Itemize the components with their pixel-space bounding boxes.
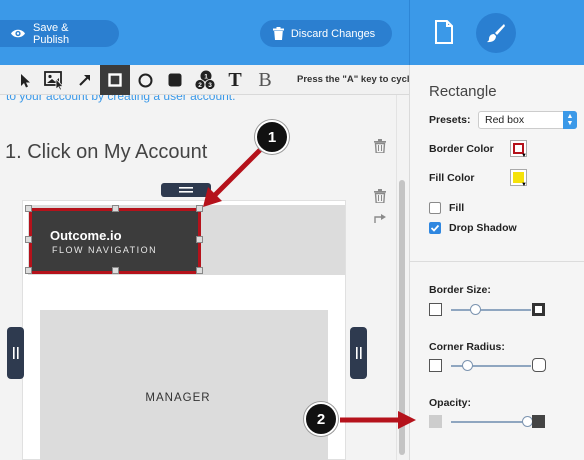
svg-text:3: 3: [208, 82, 212, 89]
properties-panel: Rectangle Presets: Red box ▲ ▼ Border Col…: [409, 65, 584, 460]
circle-icon: [138, 73, 152, 87]
svg-text:1: 1: [204, 73, 208, 80]
logo-name: Outcome.io: [50, 228, 122, 243]
border-size-slider[interactable]: [469, 304, 481, 315]
checkmark-icon: [430, 224, 440, 232]
pointer-icon: [20, 73, 30, 87]
bold-text-tool[interactable]: B: [250, 65, 280, 95]
drop-shadow-label: Drop Shadow: [449, 222, 517, 234]
toolbar-hint: Press the "A" key to cycle: [297, 74, 415, 85]
corner-radius-slider[interactable]: [462, 360, 474, 371]
manager-label: MANAGER: [145, 392, 211, 404]
manager-card: [40, 310, 328, 460]
fill-label: Fill: [449, 202, 465, 214]
discard-changes-button[interactable]: Discard Changes: [260, 20, 392, 47]
resize-handle[interactable]: [196, 236, 203, 243]
share-icon[interactable]: [374, 213, 387, 224]
numbered-steps-icon: 12 3: [194, 70, 216, 90]
dropdown-arrow-icon: ▼: [521, 153, 527, 159]
opacity-label: Opacity:: [429, 397, 472, 409]
image-cursor-icon: [44, 71, 64, 90]
border-color-label: Border Color: [429, 143, 494, 155]
rounded-rect-icon: [168, 73, 182, 87]
fill-checkbox[interactable]: [429, 202, 441, 214]
presets-label: Presets:: [429, 114, 471, 126]
border-size-track[interactable]: [451, 309, 531, 311]
text-tool[interactable]: T: [220, 65, 250, 95]
annotation-toolbar: 123 T B Press the "A" key to cycle: [0, 65, 415, 95]
resize-handle[interactable]: [25, 236, 32, 243]
image-cursor-tool[interactable]: [40, 65, 70, 95]
bold-tool-glyph: B: [258, 68, 272, 91]
right-resize-handle[interactable]: [350, 327, 367, 379]
presets-value: Red box: [485, 114, 525, 126]
resize-handle[interactable]: [112, 267, 119, 274]
corner-square-icon: [429, 359, 442, 372]
fill-color-swatch[interactable]: ▼: [510, 169, 527, 188]
corner-rounded-icon: [532, 358, 546, 372]
presets-select[interactable]: Red box ▲ ▼: [478, 111, 577, 129]
trash-icon: [272, 27, 284, 40]
border-thick-icon: [532, 303, 545, 316]
top-bar: Save & Publish Discard Changes: [0, 0, 409, 65]
account-link[interactable]: to your account by creating a user accou…: [6, 95, 235, 103]
resize-handle[interactable]: [25, 267, 32, 274]
border-thin-icon: [429, 303, 442, 316]
trash-icon[interactable]: [374, 139, 386, 153]
left-resize-handle[interactable]: [7, 327, 24, 379]
grip-icon: [355, 347, 362, 359]
save-publish-button[interactable]: Save & Publish: [0, 20, 119, 47]
corner-radius-label: Corner Radius:: [429, 341, 505, 353]
numbered-steps-tool[interactable]: 123: [190, 65, 220, 95]
resize-handle[interactable]: [196, 267, 203, 274]
panel-title: Rectangle: [429, 83, 497, 100]
grip-icon: [12, 347, 19, 359]
resize-handle[interactable]: [196, 205, 203, 212]
callout-badge-1: 1: [255, 120, 289, 154]
style-tab[interactable]: [476, 13, 516, 53]
pointer-tool[interactable]: [10, 65, 40, 95]
border-size-label: Border Size:: [429, 284, 491, 296]
scrollbar-thumb[interactable]: [399, 180, 405, 455]
resize-handle[interactable]: [25, 205, 32, 212]
opacity-track[interactable]: [451, 421, 531, 423]
document-tab[interactable]: [434, 20, 454, 49]
save-publish-label: Save & Publish: [33, 21, 70, 46]
callout-number-1: 1: [267, 128, 277, 146]
arrow-tool[interactable]: [70, 65, 100, 95]
arrow-icon: [79, 75, 90, 86]
text-tool-glyph: T: [228, 68, 242, 91]
callout-badge-2: 2: [304, 402, 338, 436]
rounded-rect-tool[interactable]: [160, 65, 190, 95]
resize-handle[interactable]: [112, 205, 119, 212]
step-title[interactable]: 1. Click on My Account: [5, 141, 207, 164]
panel-tabs: [409, 0, 584, 65]
drag-grip-icon: [179, 187, 193, 193]
circle-tool[interactable]: [130, 65, 160, 95]
divider: [410, 261, 584, 262]
logo-subtitle: FLOW NAVIGATION: [52, 245, 158, 255]
rectangle-tool[interactable]: [100, 65, 130, 95]
svg-text:2: 2: [198, 82, 202, 89]
eye-icon: [11, 29, 25, 38]
editor-window: Save & Publish Discard Changes 1 2 3 T B…: [0, 0, 584, 460]
opacity-high-icon: [532, 415, 545, 428]
drop-shadow-checkbox[interactable]: [429, 222, 441, 234]
discard-changes-label: Discard Changes: [290, 27, 376, 40]
drag-handle[interactable]: [161, 183, 211, 197]
opacity-low-icon: [429, 415, 442, 428]
callout-number-2: 2: [316, 410, 326, 428]
dropdown-arrow-icon: ▼: [521, 182, 527, 188]
select-arrows-icon: ▲ ▼: [563, 111, 577, 129]
border-color-swatch[interactable]: ▼: [510, 140, 527, 159]
document-icon: [435, 20, 453, 44]
rectangle-icon: [108, 73, 122, 87]
brush-icon: [487, 24, 505, 43]
trash-icon[interactable]: [374, 189, 386, 203]
fill-color-label: Fill Color: [429, 172, 475, 184]
